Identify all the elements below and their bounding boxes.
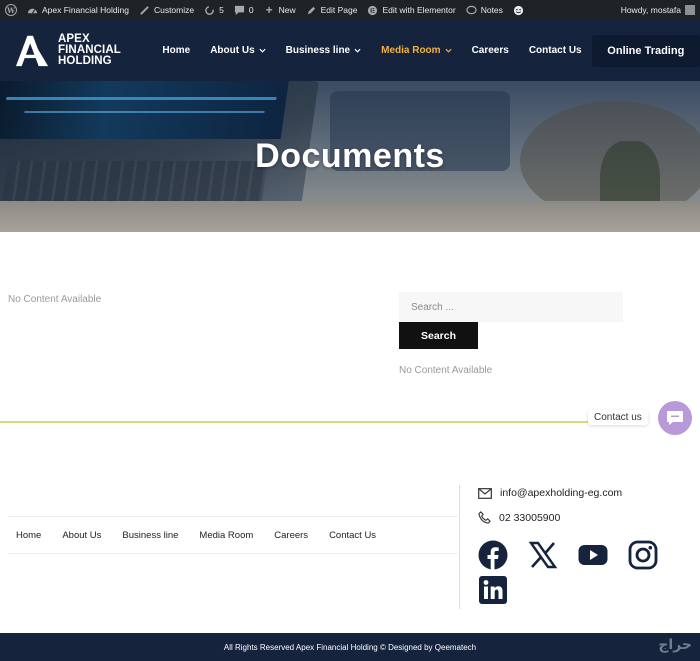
notes-label: Notes	[480, 5, 503, 15]
footer-phone-text: 02 33005900	[499, 511, 561, 524]
nav-contact-us[interactable]: Contact Us	[519, 20, 592, 81]
watermark-logo-icon: حراج	[658, 637, 692, 653]
phone-icon	[478, 511, 491, 524]
howdy-user-menu[interactable]: Howdy, mostafa	[616, 0, 700, 20]
smiley-icon	[513, 5, 524, 16]
customize-link[interactable]: Customize	[134, 0, 199, 20]
nav-about-us-label: About Us	[210, 45, 255, 56]
customize-label: Customize	[153, 5, 195, 15]
footer-nav-contact-us[interactable]: Contact Us	[321, 530, 384, 541]
admin-bar: W Apex Financial Holding Customize 5 0 +…	[0, 0, 700, 20]
youtube-icon[interactable]	[578, 540, 608, 570]
search-placeholder: Search ...	[411, 301, 454, 313]
site-name-link[interactable]: Apex Financial Holding	[22, 0, 134, 20]
apex-logo-icon	[16, 35, 49, 66]
chevron-down-icon	[354, 48, 361, 53]
footer-email[interactable]: info@apexholding-eg.com	[478, 487, 622, 499]
footer-nav-home[interactable]: Home	[8, 530, 49, 541]
footer-nav-media-room[interactable]: Media Room	[191, 530, 261, 541]
nav-media-room[interactable]: Media Room	[371, 20, 461, 81]
footer-phone[interactable]: 02 33005900	[478, 511, 560, 524]
updates-link[interactable]: 5	[199, 0, 229, 20]
chevron-down-icon	[445, 48, 452, 53]
nav-contact-us-label: Contact Us	[528, 45, 582, 56]
footer-divider	[459, 485, 460, 609]
comments-link[interactable]: 0	[229, 0, 259, 20]
chat-button[interactable]	[658, 401, 692, 435]
footer-nav-about-us[interactable]: About Us	[54, 530, 109, 541]
notes-link[interactable]: Notes	[461, 0, 508, 20]
main-nav: Home About Us Business line Media Room C…	[152, 20, 591, 81]
page: W Apex Financial Holding Customize 5 0 +…	[0, 0, 700, 661]
nav-about-us[interactable]: About Us	[200, 20, 275, 81]
comments-count: 0	[248, 5, 254, 15]
search-input[interactable]: Search ...	[399, 292, 623, 322]
new-label: New	[278, 5, 296, 15]
copyright-text: All Rights Reserved Apex Financial Holdi…	[223, 642, 477, 652]
sidebar-no-content-message: No Content Available	[399, 365, 493, 376]
search-button[interactable]: Search	[399, 322, 478, 349]
plus-icon: +	[265, 3, 273, 17]
site-header: APEX FINANCIAL HOLDING Home About Us Bus…	[0, 20, 700, 81]
contact-us-label[interactable]: Contact us	[588, 410, 648, 425]
linkedin-icon[interactable]	[478, 575, 508, 605]
new-content-link[interactable]: + New	[259, 0, 301, 20]
copyright-bar: All Rights Reserved Apex Financial Holdi…	[0, 633, 700, 661]
envelope-icon	[478, 487, 492, 499]
updates-count: 5	[219, 5, 224, 15]
nav-home[interactable]: Home	[152, 20, 200, 81]
howdy-label: Howdy, mostafa	[620, 5, 681, 15]
x-icon[interactable]	[528, 540, 558, 570]
section-divider	[0, 421, 600, 423]
nav-business-line-label: Business line	[285, 45, 351, 56]
footer-nav: Home About Us Business line Media Room C…	[8, 516, 458, 554]
nav-careers-label: Careers	[471, 45, 509, 56]
logo-text: APEX FINANCIAL HOLDING	[58, 33, 121, 67]
avatar	[685, 5, 695, 15]
edit-page-label: Edit Page	[320, 5, 358, 15]
chevron-down-icon	[259, 48, 266, 53]
logo-line-3: HOLDING	[58, 55, 112, 67]
wordpress-menu[interactable]: W	[0, 0, 22, 20]
instagram-icon[interactable]	[628, 540, 658, 570]
nav-home-label: Home	[162, 45, 191, 56]
pencil-icon	[306, 5, 317, 16]
chat-bubble-icon	[667, 411, 683, 425]
facebook-icon[interactable]	[478, 540, 508, 570]
brush-icon	[139, 5, 150, 16]
edit-page-link[interactable]: Edit Page	[301, 0, 363, 20]
nav-careers[interactable]: Careers	[462, 20, 519, 81]
wordpress-logo-icon: W	[5, 4, 17, 16]
site-logo[interactable]: APEX FINANCIAL HOLDING	[14, 33, 133, 68]
elementor-icon	[367, 5, 378, 16]
footer-nav-business-line[interactable]: Business line	[114, 530, 186, 541]
footer-nav-careers[interactable]: Careers	[266, 530, 316, 541]
online-trading-button[interactable]: Online Trading	[591, 34, 700, 67]
edit-elementor-link[interactable]: Edit with Elementor	[362, 0, 460, 20]
comment-icon	[234, 5, 245, 16]
notes-bubble-icon	[466, 5, 477, 16]
footer-email-text: info@apexholding-eg.com	[500, 487, 623, 499]
page-title: Documents	[255, 137, 445, 175]
dashboard-icon	[27, 5, 38, 16]
nav-business-line[interactable]: Business line	[276, 20, 371, 81]
no-content-message: No Content Available	[8, 294, 102, 305]
nav-media-room-label: Media Room	[381, 45, 441, 56]
edit-elementor-label: Edit with Elementor	[382, 5, 456, 15]
site-name-label: Apex Financial Holding	[42, 5, 129, 15]
refresh-icon	[204, 5, 215, 16]
user-feedback-link[interactable]	[508, 0, 529, 20]
